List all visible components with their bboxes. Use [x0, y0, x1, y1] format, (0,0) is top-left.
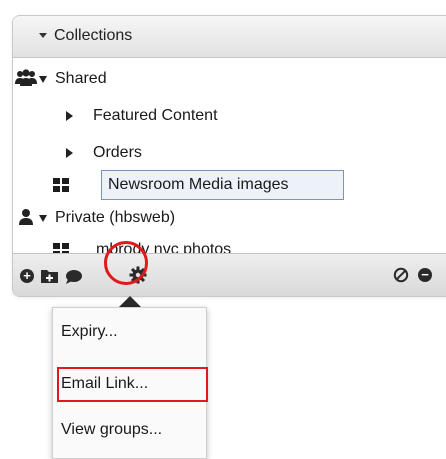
menu-label-view-groups: View groups... [61, 421, 163, 438]
tree-item-private[interactable]: Private (hbsweb) [13, 203, 433, 233]
comment-icon[interactable] [65, 269, 83, 285]
cancel-icon[interactable] [393, 267, 409, 283]
menu-label-expiry: Expiry... [61, 323, 118, 340]
tree-label-newsroom: Newsroom Media images [108, 176, 289, 193]
tree-label-private: Private (hbsweb) [55, 209, 176, 226]
menu-item-expiry[interactable]: Expiry... [53, 314, 206, 350]
email-link-highlight-box [57, 367, 208, 402]
tree-label-shared: Shared [55, 70, 107, 87]
panel-toolbar: + − [13, 253, 446, 296]
tree-item-featured-content[interactable]: Featured Content [13, 101, 433, 131]
gear-highlight-ring [104, 241, 148, 285]
settings-dropdown-menu: Expiry... Email Link... View groups... [52, 307, 208, 459]
tree-item-shared[interactable]: Shared [13, 64, 433, 94]
expand-featured-icon[interactable] [66, 111, 73, 121]
tree-item-newsroom[interactable]: Newsroom Media images [13, 170, 433, 200]
add-folder-icon[interactable] [40, 268, 60, 284]
expand-shared-icon[interactable] [39, 76, 47, 83]
remove-icon[interactable]: − [418, 268, 432, 282]
expand-orders-icon[interactable] [66, 148, 73, 158]
menu-item-view-groups[interactable]: View groups... [53, 412, 206, 448]
collection-grid-icon [53, 178, 69, 192]
add-icon[interactable]: + [20, 269, 34, 283]
user-icon [19, 209, 33, 225]
collapse-caret-icon[interactable] [39, 33, 47, 38]
group-icon [15, 69, 37, 86]
tree-label-orders: Orders [93, 144, 142, 161]
panel-title: Collections [54, 27, 133, 44]
expand-private-icon[interactable] [39, 215, 47, 222]
tree-label-featured: Featured Content [93, 107, 218, 124]
tree-item-orders[interactable]: Orders [13, 138, 433, 168]
collections-header[interactable]: Collections [13, 16, 446, 58]
collections-panel: Collections Shared Featured Content Orde… [12, 15, 446, 297]
